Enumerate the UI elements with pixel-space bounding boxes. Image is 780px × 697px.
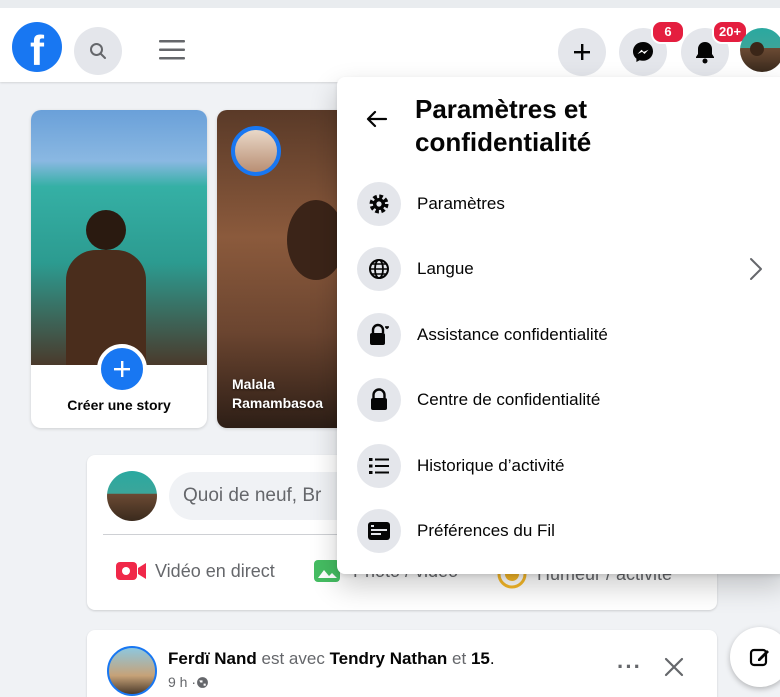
- menu-item-privacy-center-label: Centre de confidentialité: [417, 390, 601, 409]
- hamburger-menu-button[interactable]: [158, 36, 186, 64]
- gear-icon: [369, 194, 389, 214]
- top-navigation-bar: f 6 20+: [0, 0, 780, 82]
- menu-item-privacy-center[interactable]: Centre de confidentialité: [357, 374, 780, 426]
- post-others-count[interactable]: 15: [471, 649, 490, 668]
- menu-item-privacy-checkup[interactable]: Assistance confidentialité: [357, 309, 780, 361]
- menu-item-feed-preferences[interactable]: Préférences du Fil: [357, 505, 780, 557]
- post-close-button[interactable]: [663, 656, 685, 683]
- close-icon: [664, 657, 684, 677]
- story-person-head: [86, 210, 126, 250]
- create-story-plus-button[interactable]: [97, 344, 147, 394]
- story-friend-name-last: Ramambasoa: [232, 395, 324, 411]
- friend-story-card[interactable]: Malala Ramambasoa: [217, 110, 347, 428]
- settings-privacy-menu: Paramètres et confidentialité Paramètres…: [337, 77, 780, 574]
- post-time[interactable]: 9 h ·: [168, 674, 196, 690]
- post-and-text: et: [447, 649, 471, 668]
- live-video-label: Vidéo en direct: [155, 560, 275, 581]
- menu-item-settings-label: Paramètres: [417, 194, 505, 213]
- create-story-photo: [31, 110, 207, 365]
- feed-post: Ferdï Nand est avec Tendry Nathan et 15.…: [87, 630, 717, 697]
- messenger-badge: 6: [651, 20, 685, 44]
- list-icon: [369, 458, 389, 474]
- menu-item-activity-log-icon-wrap: [357, 444, 401, 488]
- messenger-icon: [633, 42, 653, 62]
- search-icon: [90, 43, 106, 59]
- menu-item-settings-icon-wrap: [357, 182, 401, 226]
- feed-icon: [368, 522, 390, 540]
- menu-item-privacy-checkup-label: Assistance confidentialité: [417, 325, 608, 344]
- menu-item-privacy-center-icon-wrap: [357, 378, 401, 422]
- plus-icon: [574, 44, 590, 60]
- plus-icon: [114, 361, 130, 377]
- new-message-button[interactable]: [730, 627, 780, 687]
- menu-item-language[interactable]: Langue: [357, 243, 780, 295]
- arrow-left-icon: [366, 110, 388, 128]
- story-friend-name: Malala Ramambasoa: [232, 375, 323, 413]
- profile-avatar-button[interactable]: [740, 28, 780, 72]
- more-options-icon: ···: [617, 654, 642, 679]
- create-story-card[interactable]: Créer une story: [31, 110, 207, 428]
- chevron-right-icon: [750, 258, 762, 280]
- back-button[interactable]: [365, 107, 389, 136]
- lock-heart-icon: [370, 323, 389, 345]
- lock-icon: [371, 388, 387, 410]
- post-meta: 9 h ·: [168, 674, 209, 690]
- hamburger-icon: [159, 40, 185, 60]
- video-camera-icon: [116, 562, 146, 580]
- live-video-button[interactable]: Vidéo en direct: [115, 559, 275, 583]
- composer-avatar: [107, 471, 157, 521]
- menu-item-language-label: Langue: [417, 259, 474, 278]
- post-period: .: [489, 649, 495, 668]
- menu-item-feed-preferences-label: Préférences du Fil: [417, 521, 555, 540]
- menu-item-language-icon-wrap: [357, 247, 401, 291]
- facebook-logo[interactable]: f: [12, 22, 62, 72]
- post-author-name[interactable]: Ferdï Nand: [168, 649, 257, 668]
- avatar-head: [750, 42, 764, 56]
- menu-item-activity-log[interactable]: Historique d’activité: [357, 440, 780, 492]
- post-tagged-name[interactable]: Tendry Nathan: [330, 649, 448, 668]
- story-friend-avatar: [231, 126, 281, 176]
- edit-icon: [749, 648, 769, 667]
- globe-icon: [369, 259, 389, 279]
- post-more-options-button[interactable]: ···: [617, 654, 642, 680]
- create-button[interactable]: [558, 28, 606, 76]
- post-author-avatar[interactable]: [107, 646, 157, 696]
- search-button[interactable]: [74, 27, 122, 75]
- globe-small-icon: [197, 676, 208, 688]
- menu-item-privacy-checkup-icon-wrap: [357, 313, 401, 357]
- bell-icon: [696, 42, 714, 64]
- post-with-text: est avec: [256, 649, 330, 668]
- menu-item-settings[interactable]: Paramètres: [357, 178, 780, 230]
- story-friend-name-first: Malala: [232, 376, 275, 392]
- menu-item-feed-preferences-icon-wrap: [357, 509, 401, 553]
- facebook-logo-letter: f: [30, 27, 44, 72]
- post-header-text: Ferdï Nand est avec Tendry Nathan et 15.: [168, 649, 495, 669]
- menu-item-activity-log-label: Historique d’activité: [417, 456, 565, 475]
- create-story-label: Créer une story: [67, 397, 171, 413]
- menu-title: Paramètres et confidentialité: [415, 94, 592, 157]
